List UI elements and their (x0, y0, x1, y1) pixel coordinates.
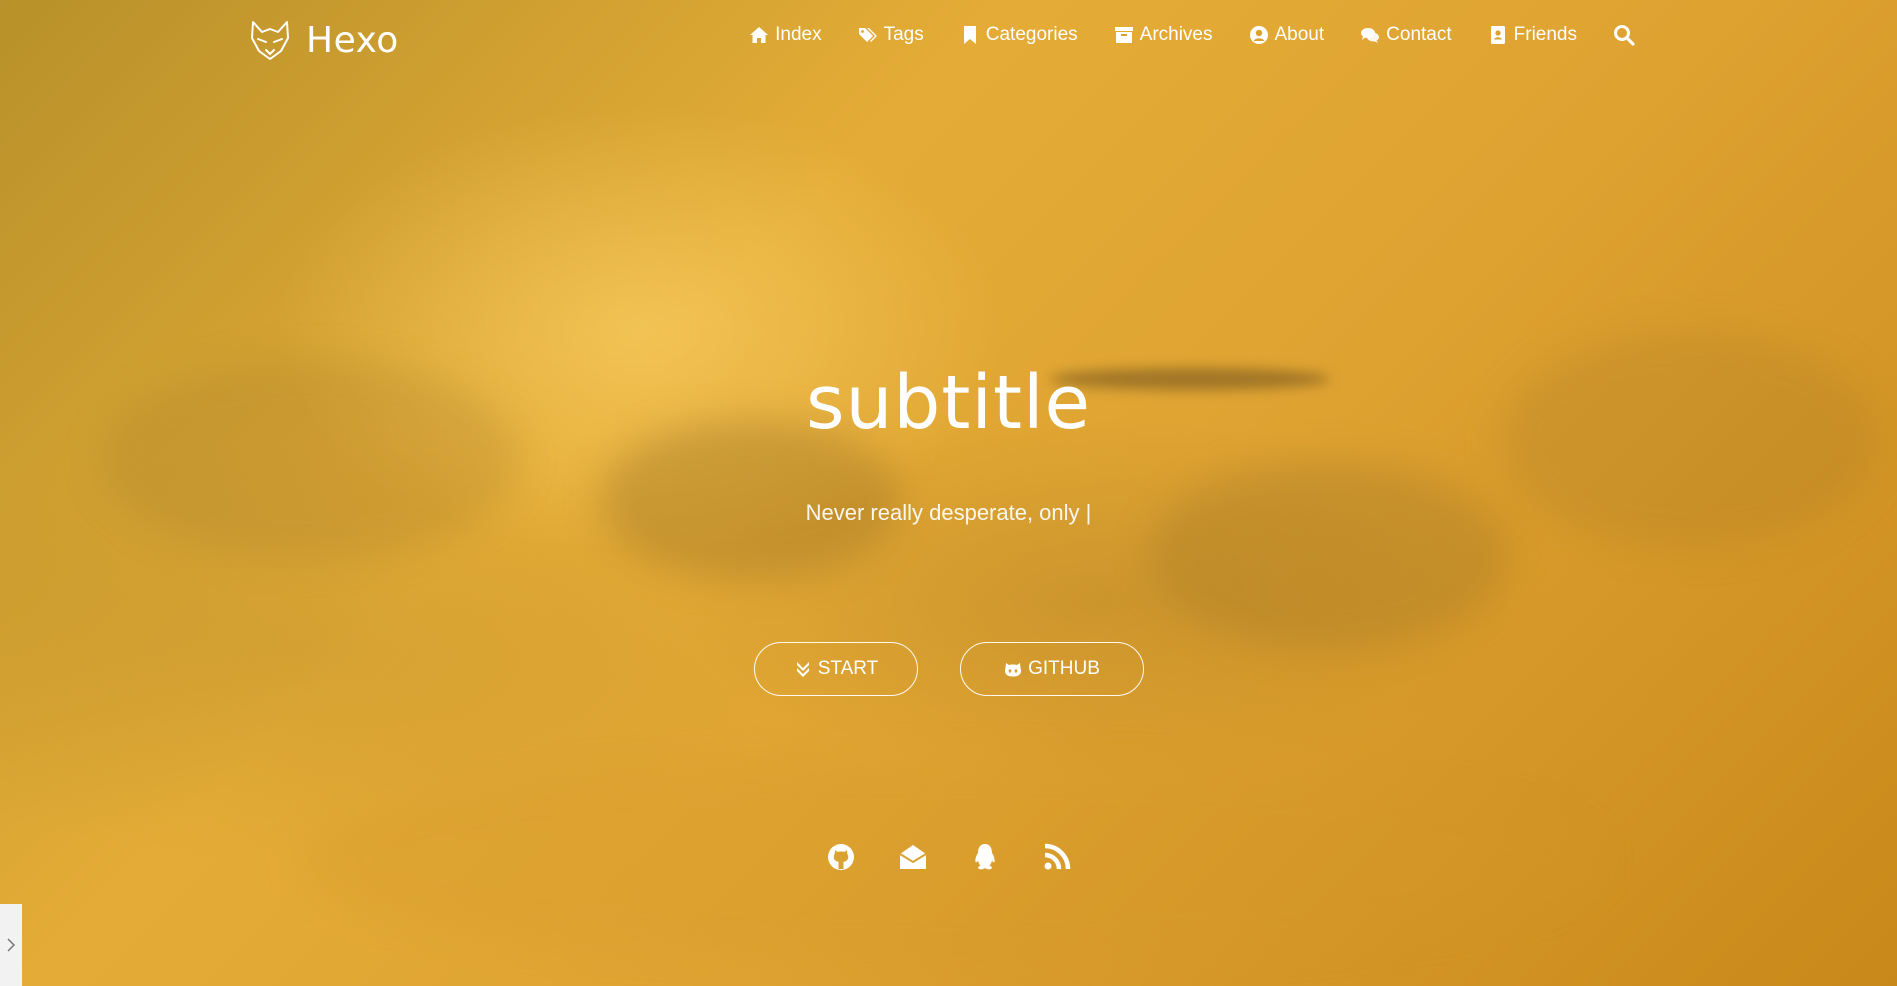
nav-item-index[interactable]: Index (749, 24, 822, 46)
nav-item-tags[interactable]: Tags (858, 24, 924, 46)
address-book-icon (1490, 26, 1505, 44)
github-button[interactable]: GITHUB (960, 642, 1144, 696)
hero-banner: Hexo Index Tags Categories Archives Abou… (0, 0, 1897, 986)
hero-title: subtitle (805, 360, 1092, 446)
archive-icon (1114, 27, 1133, 43)
bookmark-icon (963, 26, 976, 44)
nav-item-label: Archives (1139, 24, 1213, 45)
nav-item-categories[interactable]: Categories (960, 24, 1078, 46)
nav-item-friends[interactable]: Friends (1488, 24, 1577, 46)
home-icon (750, 27, 769, 43)
nav-menu: Index Tags Categories Archives About Con… (749, 24, 1635, 46)
sidebar-toggle-button[interactable] (0, 904, 22, 986)
social-links (0, 842, 1897, 872)
github-alt-icon (1005, 663, 1022, 677)
start-button-label: START (817, 658, 879, 679)
fox-logo-icon (251, 21, 289, 60)
nav-item-label: Friends (1513, 24, 1577, 45)
comments-icon (1361, 28, 1380, 43)
search-icon (1614, 25, 1635, 46)
navbar: Hexo Index Tags Categories Archives Abou… (0, 0, 1897, 80)
nav-item-contact[interactable]: Contact (1360, 24, 1452, 46)
tags-icon (858, 28, 877, 42)
chevron-right-icon (7, 938, 16, 952)
nav-item-label: Categories (985, 24, 1078, 45)
envelope-open-icon[interactable] (898, 842, 928, 872)
nav-item-about[interactable]: About (1249, 24, 1325, 46)
github-icon[interactable] (826, 842, 856, 872)
angle-double-down-icon (796, 662, 809, 677)
nav-item-label: Index (775, 24, 822, 45)
user-circle-icon (1249, 26, 1268, 44)
background-cloud (1150, 460, 1510, 650)
qq-icon[interactable] (970, 842, 1000, 872)
github-button-label: GITHUB (1028, 658, 1100, 679)
hero-slogan: Never really desperate, only | (805, 500, 1092, 525)
nav-search-button[interactable] (1613, 24, 1635, 46)
nav-item-label: Contact (1386, 24, 1452, 45)
start-button[interactable]: START (754, 642, 918, 696)
brand-link[interactable]: Hexo (248, 16, 399, 64)
nav-item-label: Tags (883, 24, 924, 45)
brand-name: Hexo (306, 19, 399, 61)
nav-item-archives[interactable]: Archives (1114, 24, 1213, 46)
nav-item-label: About (1274, 24, 1325, 45)
rss-icon[interactable] (1042, 842, 1072, 872)
